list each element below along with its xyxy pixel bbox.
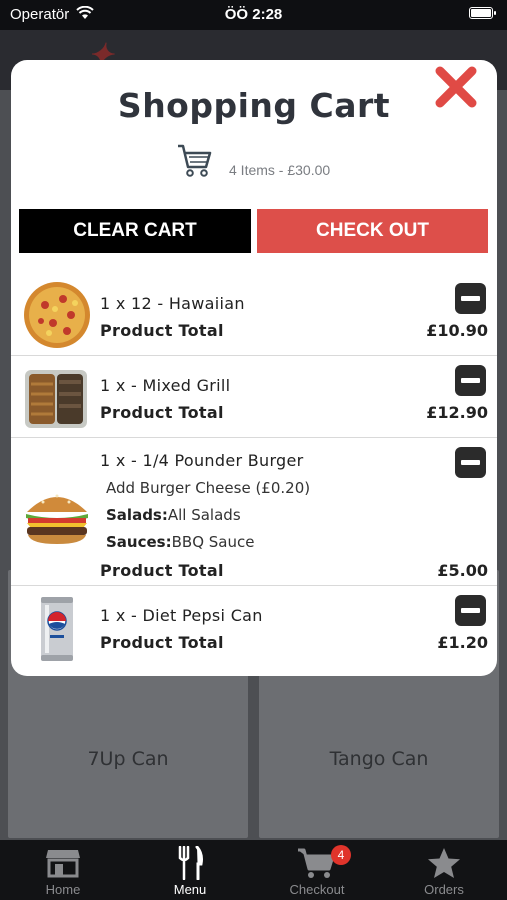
cart-item: 1 x - 1/4 Pounder Burger Add Burger Chee… <box>11 438 497 586</box>
tab-checkout[interactable]: Checkout <box>254 840 380 900</box>
product-total-label: Product Total <box>100 321 224 340</box>
item-sauces: Sauces:BBQ Sauce <box>106 533 254 551</box>
checkout-button[interactable]: CHECK OUT <box>257 209 488 253</box>
mixed-grill-image <box>23 364 91 432</box>
remove-item-button[interactable] <box>455 595 486 626</box>
item-price: £10.90 <box>426 321 488 340</box>
item-name: 1 x - Diet Pepsi Can <box>100 606 263 625</box>
sauces-label: Sauces: <box>106 533 172 551</box>
clear-cart-button[interactable]: CLEAR CART <box>19 209 251 253</box>
item-price: £1.20 <box>437 633 488 652</box>
tab-label: Home <box>45 882 81 897</box>
cart-item: 1 x - Diet Pepsi Can Product Total £1.20 <box>11 586 497 676</box>
status-bar: Operatör ÖÖ 2:28 <box>0 0 507 30</box>
shopping-cart-modal: Shopping Cart 4 Items - £30.00 CLEAR CAR… <box>11 60 497 676</box>
star-icon <box>381 846 507 880</box>
cart-count-badge: 4 <box>331 845 351 865</box>
cart-item: 1 x - Mixed Grill Product Total £12.90 <box>11 356 497 438</box>
item-name: 1 x - Mixed Grill <box>100 376 231 395</box>
battery-icon <box>469 7 496 19</box>
tab-label: Orders <box>424 882 464 897</box>
tab-label: Checkout <box>289 882 345 897</box>
pepsi-can-image <box>23 595 91 663</box>
cart-item: 1 x 12 - Hawaiian Product Total £10.90 <box>11 274 497 356</box>
salads-value: All Salads <box>167 506 241 524</box>
product-label: Tango Can <box>329 748 429 770</box>
item-price: £5.00 <box>437 561 488 580</box>
salads-label: Salads: <box>106 506 168 524</box>
store-icon <box>0 846 126 880</box>
tab-home[interactable]: Home <box>0 840 126 900</box>
sauces-value: BBQ Sauce <box>171 533 255 551</box>
product-label: 7Up Can <box>87 748 169 770</box>
remove-item-button[interactable] <box>455 447 486 478</box>
tab-orders[interactable]: Orders <box>381 840 507 900</box>
remove-item-button[interactable] <box>455 365 486 396</box>
tab-bar: Home Menu Checkout 4 Orders <box>0 840 507 900</box>
tab-label: Menu <box>173 882 207 897</box>
modal-title: Shopping Cart <box>117 86 391 125</box>
pizza-image <box>23 281 91 349</box>
item-name: 1 x 12 - Hawaiian <box>100 294 245 313</box>
item-salads: Salads:All Salads <box>106 506 241 524</box>
cart-icon <box>254 846 380 880</box>
product-total-label: Product Total <box>100 633 224 652</box>
product-total-label: Product Total <box>100 561 224 580</box>
product-total-label: Product Total <box>100 403 224 422</box>
item-addon: Add Burger Cheese (£0.20) <box>106 479 311 497</box>
fork-knife-icon <box>127 846 253 880</box>
item-name: 1 x - 1/4 Pounder Burger <box>100 451 304 470</box>
cart-icon <box>177 142 213 178</box>
remove-item-button[interactable] <box>455 283 486 314</box>
cart-summary: 4 Items - £30.00 <box>229 162 331 178</box>
item-price: £12.90 <box>426 403 488 422</box>
burger-image <box>23 482 91 550</box>
clock: ÖÖ 2:28 <box>224 6 283 23</box>
tab-menu[interactable]: Menu <box>127 840 253 900</box>
